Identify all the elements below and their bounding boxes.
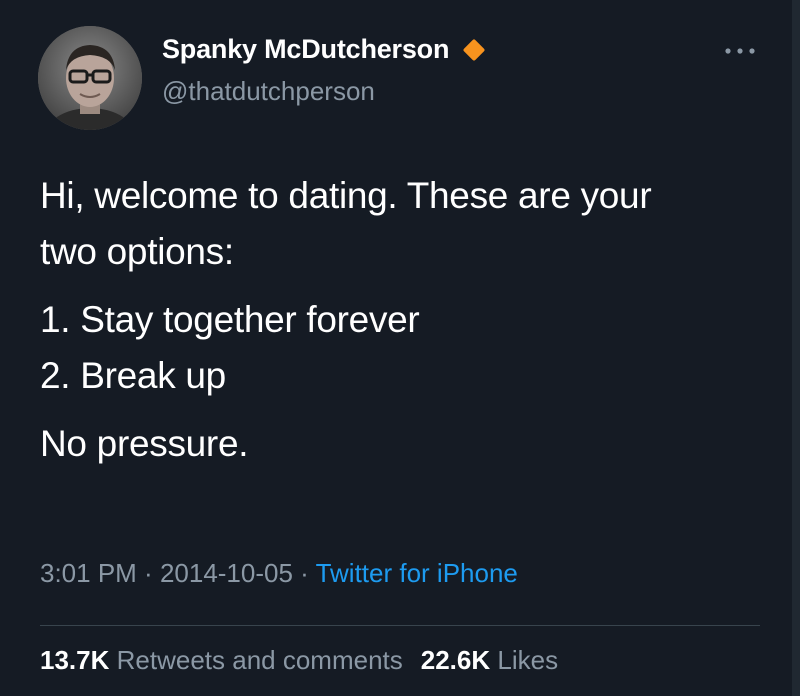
tweet-line-2: two options: [40, 231, 234, 272]
scrollbar-track[interactable] [792, 0, 800, 696]
author-display-name[interactable]: Spanky McDutcherson [162, 34, 449, 65]
tweet-option-2: 2. Break up [40, 355, 226, 396]
person-with-glasses-avatar-icon [38, 26, 142, 130]
orange-diamond-icon [463, 39, 485, 60]
likes-stat[interactable]: 22.6K Likes [421, 645, 558, 675]
likes-count: 22.6K [420, 645, 491, 675]
tweet-metadata: 3:01 PM · 2014-10-05 · Twitter for iPhon… [40, 558, 518, 589]
tweet-line-1: Hi, welcome to dating. These are your [40, 175, 652, 216]
retweets-count: 13.7K [40, 645, 110, 675]
tweet-closing: No pressure. [40, 423, 249, 464]
divider [40, 625, 760, 626]
retweets-label: Retweets and comments [116, 645, 403, 675]
author-avatar[interactable] [38, 26, 142, 130]
tweet-time[interactable]: 3:01 PM [40, 558, 137, 588]
tweet-stats: 13.7K Retweets and comments 22.6K Likes [40, 645, 558, 676]
meta-separator: · [136, 558, 160, 588]
author-handle[interactable]: @thatdutchperson [162, 76, 375, 107]
tweet-option-1: 1. Stay together forever [40, 299, 420, 340]
tweet-source-link[interactable]: Twitter for iPhone [316, 558, 518, 588]
likes-label: Likes [497, 645, 559, 675]
tweet-date[interactable]: 2014-10-05 [160, 558, 293, 588]
tweet-card: Spanky McDutcherson @thatdutchperson Hi,… [0, 0, 800, 696]
author-name-row[interactable]: Spanky McDutcherson [162, 34, 487, 65]
meta-separator: · [292, 558, 316, 588]
retweets-stat[interactable]: 13.7K Retweets and comments [40, 645, 403, 675]
tweet-body: Hi, welcome to dating. These are your tw… [40, 168, 760, 472]
more-options-icon[interactable] [722, 44, 758, 58]
